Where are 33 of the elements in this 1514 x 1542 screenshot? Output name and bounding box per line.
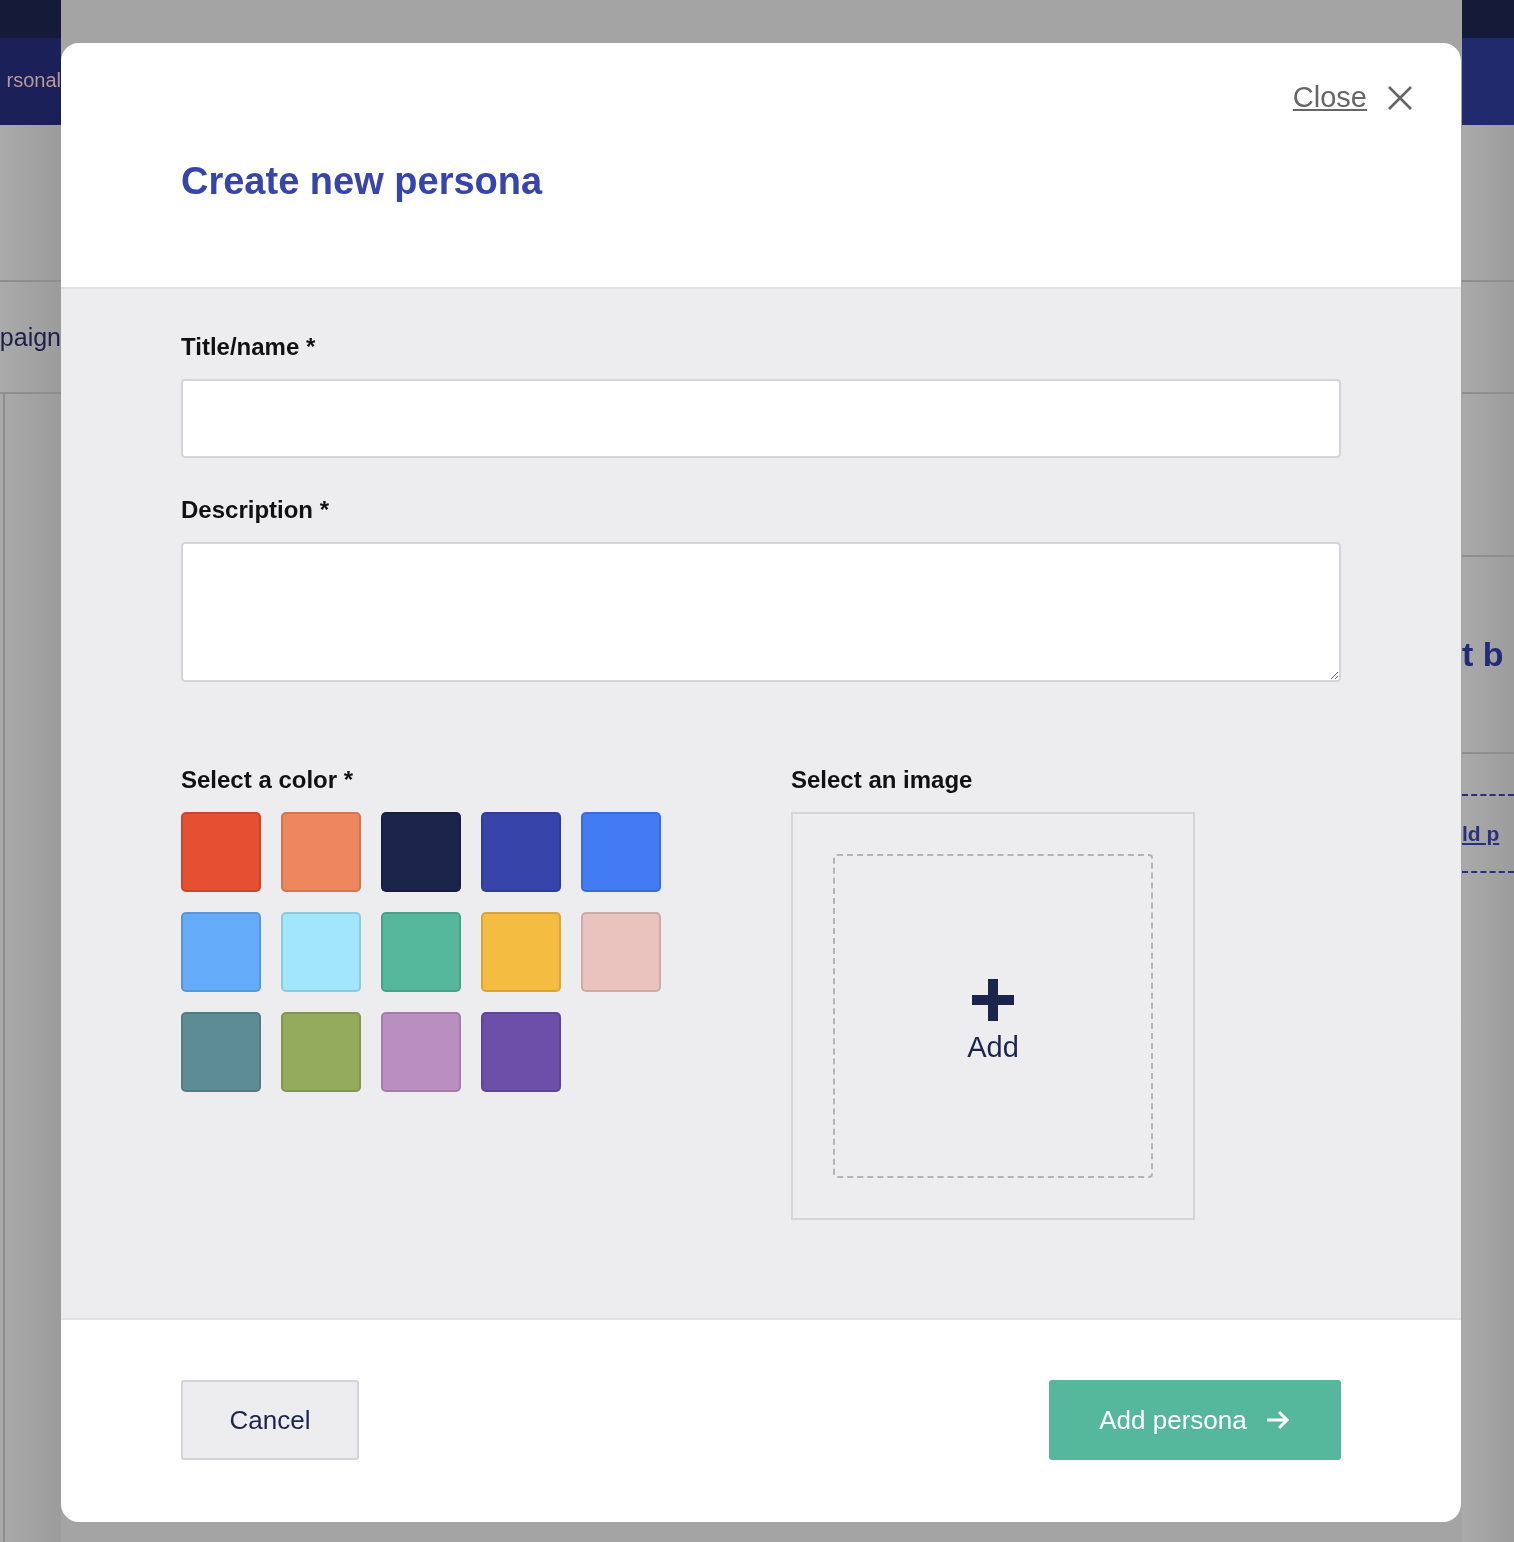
field-label: Select an image [791,766,974,794]
top-bar [0,0,61,38]
color-swatch[interactable] [281,1012,361,1092]
color-swatch[interactable] [381,912,461,992]
color-swatch[interactable] [481,1012,561,1092]
top-bar [1462,0,1514,38]
arrow-right-icon [1264,1410,1291,1430]
add-link[interactable]: ld p [1462,821,1500,846]
color-swatch[interactable] [281,912,361,992]
row-text: paign [0,322,61,352]
add-image-button[interactable]: Add [833,854,1153,1178]
plus-icon [972,978,1014,1021]
color-swatch[interactable] [381,1012,461,1092]
section-heading: t b [1462,635,1504,674]
color-swatch[interactable] [481,912,561,992]
description-field[interactable] [181,542,1341,682]
color-swatch[interactable] [581,812,661,892]
nav-tab[interactable]: rsonal [6,69,61,94]
dialog-title: Create new persona [181,160,544,203]
cancel-button[interactable]: Cancel [181,1380,359,1460]
color-swatch[interactable] [181,1012,261,1092]
color-swatch[interactable] [281,812,361,892]
field-label: Title/name * [181,333,317,361]
name-field[interactable] [181,379,1341,458]
field-label: Select a color * [181,766,355,794]
color-swatch[interactable] [481,812,561,892]
color-swatch[interactable] [181,812,261,892]
color-swatch[interactable] [581,912,661,992]
close-icon[interactable] [1387,84,1413,111]
color-swatch[interactable] [181,912,261,992]
field-label: Description * [181,496,331,524]
color-swatch[interactable] [381,812,461,892]
close-link[interactable]: Close [1292,81,1367,114]
